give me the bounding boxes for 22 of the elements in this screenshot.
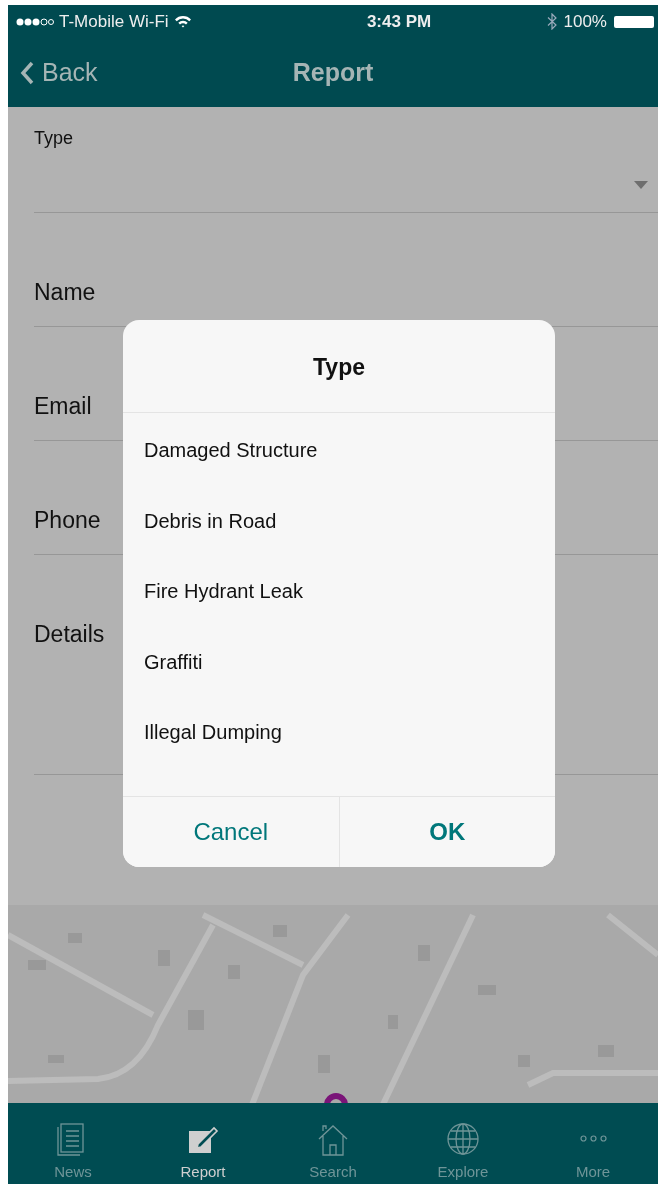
dialog-title: Type: [123, 320, 555, 413]
dropdown-arrow-icon: [634, 181, 648, 189]
tab[interactable]: Report: [138, 1103, 268, 1184]
back-chevron-icon: [20, 60, 34, 85]
signal-icon: [16, 16, 54, 27]
carrier-name: T-Mobile Wi-Fi: [59, 11, 169, 32]
wifi-icon: [173, 15, 192, 28]
clock-time: 3:43 PM: [366, 11, 432, 32]
page-title: Report: [291, 58, 375, 87]
option-item[interactable]: Damaged Structure: [123, 431, 555, 502]
bluetooth-icon: [546, 13, 557, 30]
more-icon: [579, 1135, 607, 1142]
option-item[interactable]: Illegal Dumping: [123, 713, 555, 784]
option-item[interactable]: Fire Hydrant Leak: [123, 572, 555, 643]
battery-icon: [614, 14, 654, 29]
cancel-button[interactable]: Cancel: [123, 797, 340, 867]
back-button[interactable]: Back: [20, 58, 98, 87]
option-item[interactable]: Graffiti: [123, 642, 555, 713]
globe-icon: [445, 1121, 481, 1157]
dropdown-field[interactable]: Type: [34, 107, 658, 213]
option-item[interactable]: Debris in Road: [123, 501, 555, 572]
battery-percent: 100%: [563, 11, 607, 32]
